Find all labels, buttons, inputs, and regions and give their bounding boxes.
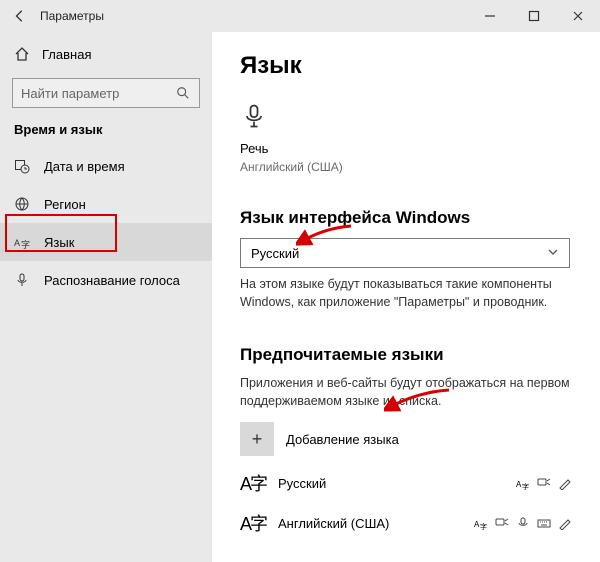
sidebar-item-speech[interactable]: Распознавание голоса	[0, 261, 212, 299]
maximize-button[interactable]	[512, 0, 556, 32]
close-button[interactable]	[556, 0, 600, 32]
sidebar-item-label: Регион	[44, 197, 86, 212]
main-content: Язык Речь Английский (США) Язык интерфей…	[212, 32, 600, 562]
home-nav[interactable]: Главная	[0, 36, 212, 72]
globe-icon	[14, 196, 30, 212]
add-language-label: Добавление языка	[286, 432, 399, 447]
sidebar-item-language[interactable]: A字 Язык	[0, 223, 212, 261]
dropdown-value: Русский	[251, 246, 299, 261]
close-icon	[571, 9, 585, 23]
section-title-interface: Язык интерфейса Windows	[240, 208, 580, 228]
section-title-preferred: Предпочитаемые языки	[240, 345, 580, 365]
text-to-speech-icon	[495, 516, 509, 530]
language-item-english[interactable]: A字 Английский (США) A字	[240, 510, 572, 536]
svg-text:字: 字	[522, 482, 529, 490]
window-title: Параметры	[40, 9, 104, 23]
language-name: Английский (США)	[278, 516, 389, 531]
display-language-icon: A字	[474, 516, 488, 530]
sidebar-item-datetime[interactable]: Дата и время	[0, 147, 212, 185]
svg-text:A: A	[14, 238, 20, 248]
handwriting-icon	[558, 476, 572, 490]
titlebar: Параметры	[0, 0, 600, 32]
interface-language-dropdown[interactable]: Русский	[240, 238, 570, 268]
display-language-icon: A字	[516, 476, 530, 490]
handwriting-icon	[558, 516, 572, 530]
maximize-icon	[527, 9, 541, 23]
home-icon	[14, 46, 30, 62]
keyboard-icon	[537, 516, 551, 530]
language-glyph-icon: A字	[240, 510, 266, 536]
svg-text:字: 字	[480, 522, 487, 530]
interface-language-desc: На этом языке будут показываться такие к…	[240, 276, 570, 311]
chevron-down-icon	[547, 246, 559, 261]
home-label: Главная	[42, 47, 91, 62]
page-title: Язык	[240, 52, 580, 80]
search-input[interactable]: Найти параметр	[12, 78, 200, 108]
preferred-desc: Приложения и веб-сайты будут отображатьс…	[240, 375, 570, 410]
speech-tile[interactable]: Речь Английский (США)	[240, 102, 580, 174]
arrow-left-icon	[13, 9, 27, 23]
category-header: Время и язык	[0, 122, 212, 147]
back-button[interactable]	[0, 0, 40, 32]
sidebar-item-label: Распознавание голоса	[44, 273, 180, 288]
minimize-button[interactable]	[468, 0, 512, 32]
microphone-icon	[240, 102, 580, 133]
language-icon: A字	[14, 234, 30, 250]
plus-icon: +	[240, 422, 274, 456]
language-feature-icons: A字	[516, 476, 572, 490]
speech-sublabel: Английский (США)	[240, 160, 580, 174]
minimize-icon	[483, 9, 497, 23]
language-feature-icons: A字	[474, 516, 572, 530]
language-item-russian[interactable]: A字 Русский A字	[240, 470, 572, 496]
search-placeholder: Найти параметр	[21, 86, 119, 101]
sidebar: Главная Найти параметр Время и язык Дата…	[0, 32, 212, 562]
speech-recognition-icon	[516, 516, 530, 530]
add-language-button[interactable]: + Добавление языка	[240, 422, 580, 456]
sidebar-item-region[interactable]: Регион	[0, 185, 212, 223]
speech-label: Речь	[240, 141, 580, 156]
language-name: Русский	[278, 476, 326, 491]
microphone-icon	[14, 272, 30, 288]
language-glyph-icon: A字	[240, 470, 266, 496]
text-to-speech-icon	[537, 476, 551, 490]
svg-text:字: 字	[21, 239, 30, 250]
sidebar-item-label: Язык	[44, 235, 74, 250]
search-icon	[175, 85, 191, 101]
sidebar-item-label: Дата и время	[44, 159, 125, 174]
calendar-clock-icon	[14, 158, 30, 174]
